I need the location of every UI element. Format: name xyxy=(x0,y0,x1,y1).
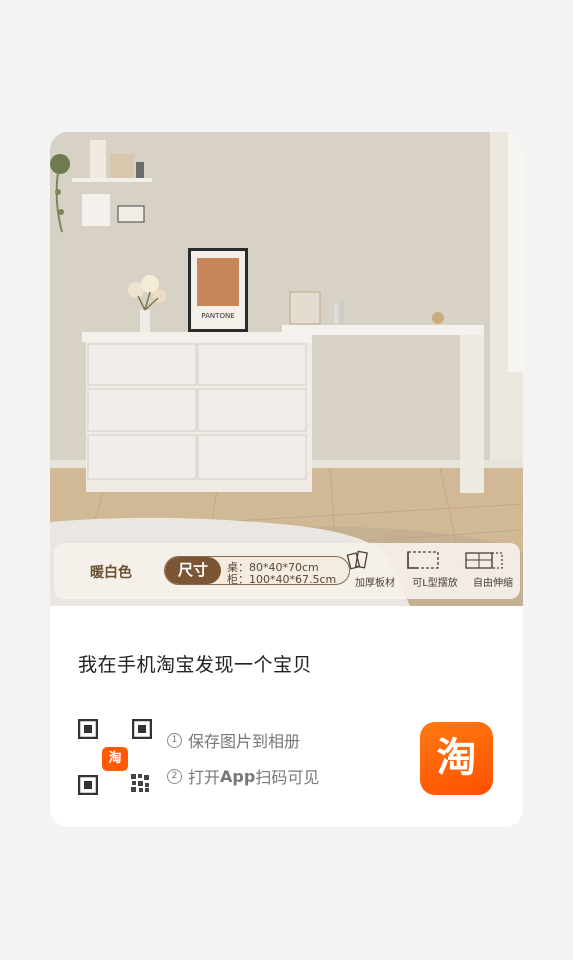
l-shape-icon xyxy=(406,549,464,571)
qr-pattern-icon xyxy=(131,774,149,792)
product-photo[interactable]: PANTONE 暖白色 尺寸 桌：80*40*70cm 柜：100*40*67.… xyxy=(50,132,523,606)
color-name: 暖白色 xyxy=(90,565,132,581)
poster-text: PANTONE xyxy=(201,312,234,320)
qr-finder-icon xyxy=(78,719,98,739)
size-tag: 尺寸 xyxy=(165,557,221,584)
step-text-app: App xyxy=(220,766,256,786)
share-card: PANTONE 暖白色 尺寸 桌：80*40*70cm 柜：100*40*67.… xyxy=(50,132,523,827)
step-number: 2 xyxy=(167,768,182,784)
board-icon xyxy=(346,549,404,571)
feature-label: 可L型摆放 xyxy=(412,578,458,589)
step-text-prefix: 打开 xyxy=(188,768,221,787)
step-text: 保存图片到相册 xyxy=(188,732,301,751)
taobao-logo-icon[interactable]: 淘 xyxy=(420,722,493,795)
step-text-suffix: 扫码可见 xyxy=(255,768,320,787)
feature-board: 加厚板材 xyxy=(346,549,404,589)
spec-bar: 暖白色 尺寸 桌：80*40*70cm 柜：100*40*67.5cm 加厚板材 xyxy=(54,543,520,599)
feature-l-shape: 可L型摆放 xyxy=(406,549,464,589)
feature-extend: 自由伸缩 xyxy=(464,549,522,589)
feature-label: 加厚板材 xyxy=(355,578,395,589)
room-scene: PANTONE xyxy=(50,132,523,606)
cabinet-size: 柜：100*40*67.5cm xyxy=(227,573,337,585)
qr-code[interactable]: 淘 xyxy=(78,719,152,795)
share-headline: 我在手机淘宝发现一个宝贝 xyxy=(78,654,313,676)
qr-finder-icon xyxy=(132,719,152,739)
qr-finder-icon xyxy=(78,775,98,795)
qr-taobao-badge: 淘 xyxy=(102,747,128,771)
feature-label: 自由伸缩 xyxy=(473,578,513,589)
step-save-image: 1 保存图片到相册 xyxy=(167,728,300,752)
size-info: 尺寸 桌：80*40*70cm 柜：100*40*67.5cm xyxy=(164,556,350,585)
step-number: 1 xyxy=(167,732,182,748)
step-open-app: 2 打开 App 扫码可见 xyxy=(167,764,319,788)
extend-icon xyxy=(464,549,522,571)
